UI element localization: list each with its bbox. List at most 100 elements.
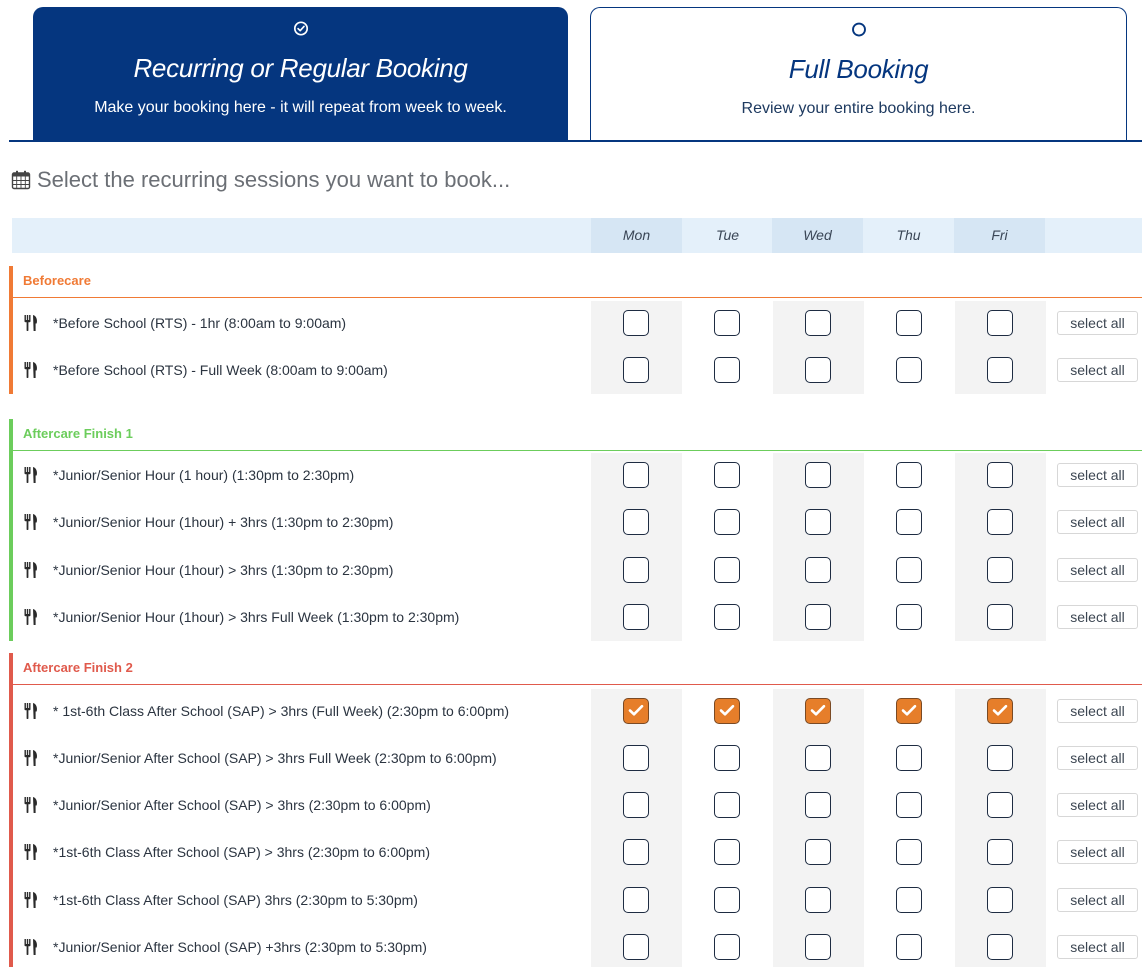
step-title: Full Booking (788, 54, 929, 84)
step-tab-full-booking[interactable]: Full Booking Review your entire booking … (590, 7, 1127, 141)
session-label: *Before School (RTS) - Full Week (8:00am… (53, 362, 388, 378)
select-all-button[interactable]: select all (1057, 746, 1138, 770)
checkbox-thu[interactable] (896, 509, 922, 535)
select-all-button[interactable]: select all (1057, 605, 1138, 629)
checkbox-wed[interactable] (805, 839, 831, 865)
checkbox-wed[interactable] (805, 310, 831, 336)
session-label: *Junior/Senior Hour (1hour) + 3hrs (1:30… (53, 514, 394, 530)
day-header-row: Mon Tue Wed Thu Fri (12, 218, 1142, 253)
select-all-button[interactable]: select all (1057, 510, 1138, 534)
select-all-button[interactable]: select all (1057, 358, 1138, 382)
select-all-button[interactable]: select all (1057, 840, 1138, 864)
checkbox-mon[interactable] (623, 557, 649, 583)
day-header-wed: Wed (803, 227, 832, 243)
checkbox-thu[interactable] (896, 887, 922, 913)
checkbox-thu[interactable] (896, 557, 922, 583)
step-tab-recurring[interactable]: Recurring or Regular Booking Make your b… (33, 7, 568, 141)
checkbox-tue[interactable] (714, 357, 740, 383)
checkbox-tue[interactable] (714, 557, 740, 583)
checkmark-icon (992, 704, 1008, 716)
circle-icon (851, 22, 866, 37)
group-divider (13, 297, 1142, 298)
checkbox-mon[interactable] (623, 604, 649, 630)
checkbox-wed[interactable] (805, 509, 831, 535)
checkbox-fri[interactable] (987, 509, 1013, 535)
tab-divider (9, 140, 1142, 142)
calendar-icon (11, 170, 31, 190)
checkbox-thu[interactable] (896, 604, 922, 630)
checkbox-mon[interactable] (623, 745, 649, 771)
checkbox-wed[interactable] (805, 357, 831, 383)
checkbox-fri[interactable] (987, 310, 1013, 336)
select-all-button[interactable]: select all (1057, 888, 1138, 912)
checkbox-fri[interactable] (987, 357, 1013, 383)
checkbox-tue[interactable] (714, 509, 740, 535)
day-header-mon: Mon (622, 227, 651, 243)
checkbox-fri[interactable] (987, 462, 1013, 488)
check-circle-icon (293, 21, 308, 36)
checkbox-fri[interactable] (987, 839, 1013, 865)
select-all-button[interactable]: select all (1057, 699, 1138, 723)
checkbox-mon[interactable] (623, 509, 649, 535)
checkbox-thu[interactable] (896, 839, 922, 865)
checkbox-fri[interactable] (987, 745, 1013, 771)
cutlery-icon (24, 750, 37, 766)
checkbox-wed[interactable] (805, 604, 831, 630)
checkbox-wed[interactable] (805, 745, 831, 771)
checkbox-fri[interactable] (987, 887, 1013, 913)
checkbox-mon[interactable] (623, 887, 649, 913)
checkbox-wed[interactable] (805, 934, 831, 960)
select-all-button[interactable]: select all (1057, 463, 1138, 487)
day-column-shade (591, 689, 682, 967)
checkbox-wed[interactable] (805, 887, 831, 913)
checkbox-tue[interactable] (714, 604, 740, 630)
checkbox-wed[interactable] (805, 698, 831, 724)
group-color-bar (9, 266, 13, 394)
checkbox-fri[interactable] (987, 557, 1013, 583)
checkbox-thu[interactable] (896, 357, 922, 383)
checkbox-wed[interactable] (805, 462, 831, 488)
checkbox-thu[interactable] (896, 745, 922, 771)
checkbox-tue[interactable] (714, 792, 740, 818)
heading-text: Select the recurring sessions you want t… (37, 167, 511, 192)
checkbox-thu[interactable] (896, 310, 922, 336)
checkbox-mon[interactable] (623, 839, 649, 865)
group-title: Aftercare Finish 1 (23, 426, 133, 441)
checkbox-wed[interactable] (805, 792, 831, 818)
checkbox-fri[interactable] (987, 934, 1013, 960)
select-all-button[interactable]: select all (1057, 311, 1138, 335)
group-title: Beforecare (23, 273, 91, 288)
checkbox-mon[interactable] (623, 310, 649, 336)
checkbox-mon[interactable] (623, 357, 649, 383)
checkbox-thu[interactable] (896, 792, 922, 818)
checkbox-wed[interactable] (805, 557, 831, 583)
day-header-fri: Fri (991, 227, 1008, 243)
checkmark-icon (810, 704, 826, 716)
checkbox-tue[interactable] (714, 839, 740, 865)
cutlery-icon (24, 797, 37, 813)
checkbox-mon[interactable] (623, 792, 649, 818)
checkbox-mon[interactable] (623, 698, 649, 724)
select-all-button[interactable]: select all (1057, 935, 1138, 959)
select-all-button[interactable]: select all (1057, 558, 1138, 582)
select-all-button[interactable]: select all (1057, 793, 1138, 817)
checkbox-tue[interactable] (714, 698, 740, 724)
cutlery-icon (24, 514, 37, 530)
checkbox-fri[interactable] (987, 792, 1013, 818)
checkbox-thu[interactable] (896, 462, 922, 488)
checkmark-icon (901, 704, 917, 716)
session-label: *Junior/Senior After School (SAP) +3hrs … (53, 939, 427, 955)
session-label: * 1st-6th Class After School (SAP) > 3hr… (53, 703, 510, 719)
checkbox-tue[interactable] (714, 934, 740, 960)
step-description: Review your entire booking here. (741, 100, 976, 117)
checkbox-thu[interactable] (896, 698, 922, 724)
checkbox-fri[interactable] (987, 604, 1013, 630)
checkbox-tue[interactable] (714, 887, 740, 913)
checkbox-mon[interactable] (623, 934, 649, 960)
checkbox-tue[interactable] (714, 462, 740, 488)
checkbox-thu[interactable] (896, 934, 922, 960)
checkbox-mon[interactable] (623, 462, 649, 488)
checkbox-tue[interactable] (714, 745, 740, 771)
checkbox-fri[interactable] (987, 698, 1013, 724)
checkbox-tue[interactable] (714, 310, 740, 336)
